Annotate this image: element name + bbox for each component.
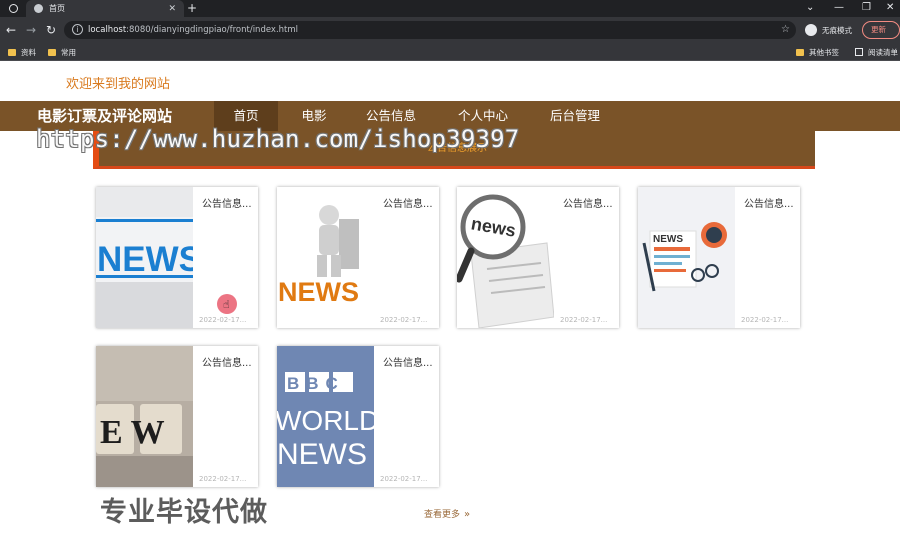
- watermark-text: 专业毕设代做: [100, 497, 268, 528]
- news-thumbnail: BBC WORLD NEWS: [277, 346, 374, 487]
- browser-tab-bar: 首页 ✕ + ⌄ — ❐ ✕: [0, 0, 900, 17]
- watermark-url: https://www.huzhan.com/ishop39397: [36, 125, 520, 153]
- back-arrow-icon[interactable]: ←: [6, 17, 16, 43]
- card-title[interactable]: 公告信息...: [202, 195, 252, 210]
- web-page: 欢迎来到我的网站 电影订票及评论网站 首页 电影 公告信息 个人中心 后台管理 …: [0, 62, 900, 539]
- card-title[interactable]: 公告信息...: [744, 195, 794, 210]
- incognito-icon: [805, 24, 817, 36]
- incognito-indicator[interactable]: 无痕模式: [805, 21, 852, 39]
- reading-list[interactable]: 阅读清单: [855, 43, 898, 61]
- close-window-icon[interactable]: ✕: [886, 0, 894, 17]
- image-word: NEWS: [278, 277, 359, 307]
- view-more-link[interactable]: 查看更多»: [424, 507, 470, 520]
- news-thumbnail: E W: [96, 346, 193, 487]
- card-date: 2022-02-17...: [560, 316, 608, 324]
- chevron-down-icon[interactable]: ⌄: [806, 0, 814, 17]
- bbc-logo: BBC: [287, 374, 345, 393]
- close-tab-icon[interactable]: ✕: [168, 4, 176, 14]
- welcome-text: 欢迎来到我的网站: [66, 77, 171, 92]
- announcement-card[interactable]: news 公告信息... 2022-02-17...: [457, 187, 619, 328]
- card-date: 2022-02-17...: [380, 316, 428, 324]
- other-bookmarks[interactable]: 其他书签: [796, 43, 839, 61]
- browser-tab-active[interactable]: 首页 ✕: [26, 0, 184, 17]
- image-word: NEWS: [653, 234, 683, 245]
- tab-title: 首页: [49, 4, 65, 13]
- reload-icon[interactable]: ↻: [46, 17, 56, 43]
- folder-icon: [48, 48, 56, 56]
- info-icon[interactable]: i: [72, 24, 83, 35]
- folder-icon: [796, 48, 804, 56]
- news-thumbnail: NEWS: [96, 187, 193, 328]
- new-tab-button[interactable]: +: [187, 0, 197, 17]
- announcement-card[interactable]: E W 公告信息... 2022-02-17...: [96, 346, 258, 487]
- bookmark-folder[interactable]: 资料: [8, 43, 36, 61]
- restore-icon[interactable]: ❐: [862, 0, 871, 17]
- globe-icon: [8, 4, 18, 13]
- image-word: E W: [100, 414, 165, 451]
- star-icon[interactable]: ☆: [781, 21, 790, 39]
- card-date: 2022-02-17...: [199, 316, 247, 324]
- card-title[interactable]: 公告信息...: [383, 354, 433, 369]
- image-word: NEWS: [97, 240, 193, 279]
- news-thumbnail: news: [457, 187, 554, 328]
- card-title[interactable]: 公告信息...: [383, 195, 433, 210]
- image-line-world: WORLD: [277, 405, 374, 436]
- bookmarks-bar: 资料 常用 其他书签 阅读清单: [0, 43, 900, 61]
- click-indicator: ☝: [217, 294, 237, 314]
- card-date: 2022-02-17...: [380, 475, 428, 483]
- card-date: 2022-02-17...: [741, 316, 789, 324]
- card-title[interactable]: 公告信息...: [563, 195, 613, 210]
- reading-list-icon: [855, 48, 863, 56]
- forward-arrow-icon[interactable]: →: [26, 17, 36, 43]
- news-thumbnail: NEWS: [277, 187, 374, 328]
- incognito-label: 无痕模式: [822, 25, 852, 35]
- globe-icon: [34, 4, 43, 13]
- news-thumbnail: NEWS: [638, 187, 735, 328]
- double-chevron-right-icon: »: [464, 509, 471, 520]
- card-title[interactable]: 公告信息...: [202, 354, 252, 369]
- card-date: 2022-02-17...: [199, 475, 247, 483]
- minimize-icon[interactable]: —: [834, 0, 844, 17]
- announcement-card[interactable]: NEWS 公告信息... 2022-02-17...: [277, 187, 439, 328]
- announcement-card[interactable]: BBC WORLD NEWS 公告信息... 2022-02-17...: [277, 346, 439, 487]
- image-line-news: NEWS: [277, 438, 367, 471]
- bookmark-folder[interactable]: 常用: [48, 43, 76, 61]
- nav-admin[interactable]: 后台管理: [540, 101, 610, 131]
- url-text[interactable]: localhost:8080/dianyingdingpiao/front/in…: [88, 21, 298, 39]
- folder-icon: [8, 48, 16, 56]
- hand-cursor-icon: ☝: [223, 298, 230, 311]
- announcement-card[interactable]: NEWS 公告信息... 2022-02-17...: [638, 187, 800, 328]
- update-button[interactable]: 更新: [862, 21, 900, 39]
- address-bar[interactable]: i localhost:8080/dianyingdingpiao/front/…: [64, 21, 796, 39]
- browser-toolbar: ← → ↻ i localhost:8080/dianyingdingpiao/…: [0, 17, 900, 43]
- browser-tab-previous[interactable]: [0, 0, 26, 17]
